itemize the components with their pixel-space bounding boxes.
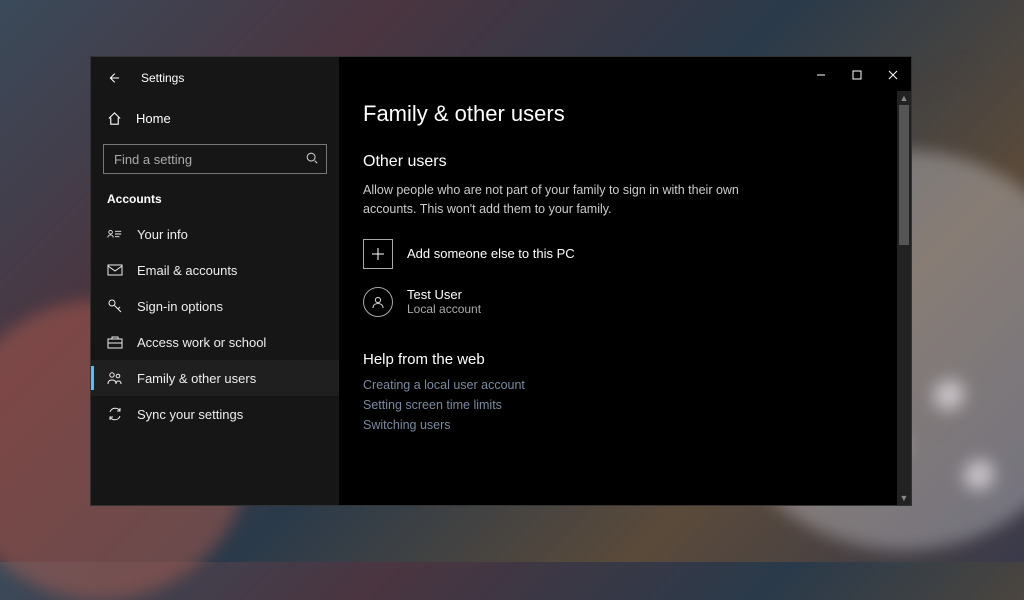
nav-label: Family & other users: [137, 371, 256, 386]
user-row[interactable]: Test User Local account: [363, 287, 887, 317]
scrollbar[interactable]: ▲ ▼: [897, 91, 911, 505]
maximize-icon: [852, 70, 862, 80]
nav-signin-options[interactable]: Sign-in options: [91, 288, 339, 324]
back-button[interactable]: [99, 64, 127, 92]
other-users-heading: Other users: [363, 153, 887, 171]
minimize-button[interactable]: [803, 61, 839, 89]
sync-icon: [107, 406, 123, 422]
section-label: Accounts: [91, 174, 339, 216]
avatar-icon: [363, 287, 393, 317]
scroll-thumb[interactable]: [899, 105, 909, 245]
titlebar-left: Settings: [91, 61, 339, 95]
person-card-icon: [107, 226, 123, 242]
page-title: Family & other users: [363, 101, 887, 127]
search-icon: [305, 151, 319, 165]
user-name: Test User: [407, 287, 481, 302]
user-type: Local account: [407, 302, 481, 316]
nav-access-work-school[interactable]: Access work or school: [91, 324, 339, 360]
content: Family & other users Other users Allow p…: [339, 91, 911, 505]
nav-email-accounts[interactable]: Email & accounts: [91, 252, 339, 288]
nav-family-other-users[interactable]: Family & other users: [91, 360, 339, 396]
help-link-screen-time[interactable]: Setting screen time limits: [363, 398, 887, 412]
user-text: Test User Local account: [407, 287, 481, 316]
content-area: Family & other users Other users Allow p…: [339, 57, 911, 505]
nav-sync-settings[interactable]: Sync your settings: [91, 396, 339, 432]
settings-window: Settings Home Accounts Your info Email &…: [90, 56, 912, 506]
nav-label: Sync your settings: [137, 407, 243, 422]
nav: Your info Email & accounts Sign-in optio…: [91, 216, 339, 432]
home-nav[interactable]: Home: [91, 101, 339, 136]
sidebar: Settings Home Accounts Your info Email &…: [91, 57, 339, 505]
home-label: Home: [136, 111, 171, 126]
mail-icon: [107, 262, 123, 278]
nav-label: Email & accounts: [137, 263, 237, 278]
help-link-switch-users[interactable]: Switching users: [363, 418, 887, 432]
other-users-description: Allow people who are not part of your fa…: [363, 181, 783, 219]
close-icon: [888, 70, 898, 80]
add-user-button[interactable]: Add someone else to this PC: [363, 239, 887, 269]
key-icon: [107, 298, 123, 314]
help-link-create-account[interactable]: Creating a local user account: [363, 378, 887, 392]
scroll-track[interactable]: [897, 105, 911, 491]
scroll-down-icon[interactable]: ▼: [897, 491, 911, 505]
maximize-button[interactable]: [839, 61, 875, 89]
nav-label: Sign-in options: [137, 299, 223, 314]
minimize-icon: [816, 70, 826, 80]
add-user-label: Add someone else to this PC: [407, 246, 575, 261]
search-wrap: [103, 144, 327, 174]
nav-label: Access work or school: [137, 335, 266, 350]
nav-your-info[interactable]: Your info: [91, 216, 339, 252]
help-heading: Help from the web: [363, 351, 887, 368]
arrow-left-icon: [106, 71, 120, 85]
nav-label: Your info: [137, 227, 188, 242]
briefcase-icon: [107, 334, 123, 350]
app-title: Settings: [141, 71, 184, 85]
close-button[interactable]: [875, 61, 911, 89]
home-icon: [107, 111, 122, 126]
scroll-up-icon[interactable]: ▲: [897, 91, 911, 105]
search-input[interactable]: [103, 144, 327, 174]
plus-icon: [363, 239, 393, 269]
people-icon: [107, 370, 123, 386]
titlebar-right: [339, 57, 911, 91]
